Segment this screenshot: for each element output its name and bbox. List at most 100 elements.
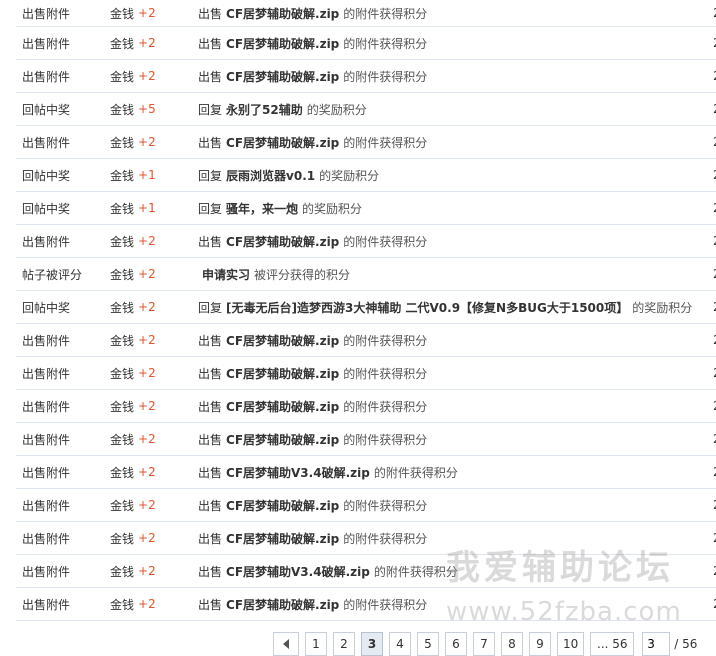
detail: 出售 CF居梦辅助破解.zip 的附件获得积分 <box>198 588 427 620</box>
credit-type: 出售附件 <box>22 531 71 546</box>
detail-link[interactable]: 申请实习 <box>202 266 250 283</box>
detail-action: 回复 <box>198 300 223 315</box>
prev-page-button[interactable] <box>273 632 299 656</box>
detail-suffix: 的附件获得积分 <box>343 399 428 414</box>
amount-value: +2 <box>138 531 156 545</box>
currency-label: 金钱 <box>110 36 135 51</box>
detail-link[interactable]: CF居梦辅助V3.4破解.zip <box>226 563 370 580</box>
detail-suffix: 的附件获得积分 <box>343 36 428 51</box>
detail: 回复 辰雨浏览器v0.1 的奖励积分 <box>198 159 379 191</box>
page-link[interactable]: 9 <box>529 632 551 656</box>
detail-action: 回复 <box>198 201 223 216</box>
currency-label: 金钱 <box>110 399 135 414</box>
pagination: 12345678910... 56 / 56 <box>273 632 697 656</box>
page-link[interactable]: 2 <box>333 632 355 656</box>
detail-action: 出售 <box>198 36 223 51</box>
detail-link[interactable]: [无毒无后台]造梦西游3大神辅助 二代V0.9【修复N多BUG大于1500项】 <box>226 299 628 316</box>
credit-type: 帖子被评分 <box>22 267 83 282</box>
detail-link[interactable]: CF居梦辅助破解.zip <box>226 5 339 22</box>
total-pages: / 56 <box>674 637 698 651</box>
detail: 出售 CF居梦辅助破解.zip 的附件获得积分 <box>198 126 427 158</box>
credit-change: 金钱 +2 <box>110 423 156 455</box>
page-jump-input[interactable] <box>642 632 671 656</box>
credit-change: 金钱 +2 <box>110 456 156 488</box>
page-link[interactable]: 6 <box>445 632 467 656</box>
page-link[interactable]: ... 56 <box>590 632 635 656</box>
table-row: 出售附件金钱+2出售CF居梦辅助破解.zip的附件获得积分2 <box>16 423 716 456</box>
page-link[interactable]: 8 <box>501 632 523 656</box>
table-row: 出售附件金钱+2出售CF居梦辅助破解.zip的附件获得积分2 <box>16 60 716 93</box>
detail-link[interactable]: CF居梦辅助破解.zip <box>226 365 339 382</box>
credit-type: 回帖中奖 <box>22 300 71 315</box>
detail-suffix: 的附件获得积分 <box>373 564 458 579</box>
current-page[interactable]: 3 <box>361 632 383 656</box>
amount-value: +2 <box>138 597 156 611</box>
amount-value: +2 <box>138 399 156 413</box>
currency-label: 金钱 <box>110 366 135 381</box>
detail-suffix: 的附件获得积分 <box>373 465 458 480</box>
detail-link[interactable]: CF居梦辅助V3.4破解.zip <box>226 464 370 481</box>
detail-link[interactable]: CF居梦辅助破解.zip <box>226 68 339 85</box>
detail-link[interactable]: 骚年，来一炮 <box>226 200 298 217</box>
page-link[interactable]: 10 <box>557 632 585 656</box>
detail-action: 出售 <box>198 333 223 348</box>
currency-label: 金钱 <box>110 564 135 579</box>
detail: 出售 CF居梦辅助破解.zip 的附件获得积分 <box>198 0 427 26</box>
credit-change: 金钱 +2 <box>110 588 156 620</box>
detail-link[interactable]: CF居梦辅助破解.zip <box>226 134 339 151</box>
detail-link[interactable]: CF居梦辅助破解.zip <box>226 596 339 613</box>
detail-link[interactable]: CF居梦辅助破解.zip <box>226 332 339 349</box>
detail-link[interactable]: CF居梦辅助破解.zip <box>226 35 339 52</box>
page-link[interactable]: 1 <box>305 632 327 656</box>
credit-change: 金钱 +2 <box>110 126 156 158</box>
page-link[interactable]: 7 <box>473 632 495 656</box>
table-row: 回帖中奖金钱+5回复永别了52辅助的奖励积分2 <box>16 93 716 126</box>
credit-change: 金钱 +2 <box>110 489 156 521</box>
detail-suffix: 的附件获得积分 <box>343 333 428 348</box>
detail: 回复 骚年，来一炮 的奖励积分 <box>198 192 362 224</box>
detail-suffix: 被评分获得的积分 <box>254 267 351 282</box>
credit-type: 出售附件 <box>22 564 71 579</box>
detail-link[interactable]: 辰雨浏览器v0.1 <box>226 167 315 184</box>
detail-suffix: 的附件获得积分 <box>343 234 428 249</box>
credit-type: 回帖中奖 <box>22 102 71 117</box>
detail: 回复 [无毒无后台]造梦西游3大神辅助 二代V0.9【修复N多BUG大于1500项… <box>198 291 692 323</box>
arrow-left-icon <box>283 639 289 649</box>
detail: 出售 CF居梦辅助破解.zip 的附件获得积分 <box>198 60 427 92</box>
detail-link[interactable]: CF居梦辅助破解.zip <box>226 530 339 547</box>
detail-link[interactable]: 永别了52辅助 <box>226 101 303 118</box>
currency-label: 金钱 <box>110 135 135 150</box>
amount-value: +2 <box>138 333 156 347</box>
detail-suffix: 的附件获得积分 <box>343 432 428 447</box>
amount-value: +2 <box>138 234 156 248</box>
detail-suffix: 的附件获得积分 <box>343 366 428 381</box>
page-link[interactable]: 4 <box>389 632 411 656</box>
credit-change: 金钱 +2 <box>110 357 156 389</box>
currency-label: 金钱 <box>110 267 135 282</box>
detail: 出售 CF居梦辅助V3.4破解.zip 的附件获得积分 <box>198 456 458 488</box>
amount-value: +1 <box>138 201 156 215</box>
credit-type: 出售附件 <box>22 6 71 21</box>
credit-change: 金钱 +5 <box>110 93 156 125</box>
detail-action: 回复 <box>198 102 223 117</box>
detail-link[interactable]: CF居梦辅助破解.zip <box>226 233 339 250</box>
credit-type: 出售附件 <box>22 498 71 513</box>
detail-suffix: 的奖励积分 <box>302 201 363 216</box>
credit-type: 出售附件 <box>22 597 71 612</box>
detail-link[interactable]: CF居梦辅助破解.zip <box>226 398 339 415</box>
table-row: 出售附件金钱+2出售CF居梦辅助破解.zip的附件获得积分2 <box>16 522 716 555</box>
detail-link[interactable]: CF居梦辅助破解.zip <box>226 497 339 514</box>
table-row: 出售附件金钱+2出售CF居梦辅助破解.zip的附件获得积分2 <box>16 0 716 27</box>
credit-type: 出售附件 <box>22 399 71 414</box>
detail-suffix: 的附件获得积分 <box>343 69 428 84</box>
page-link[interactable]: 5 <box>417 632 439 656</box>
currency-label: 金钱 <box>110 234 135 249</box>
detail-suffix: 的附件获得积分 <box>343 498 428 513</box>
currency-label: 金钱 <box>110 432 135 447</box>
detail-action: 出售 <box>198 498 223 513</box>
detail-suffix: 的附件获得积分 <box>343 6 428 21</box>
detail-link[interactable]: CF居梦辅助破解.zip <box>226 431 339 448</box>
amount-value: +2 <box>138 6 156 20</box>
credit-change: 金钱 +2 <box>110 60 156 92</box>
credit-change: 金钱 +2 <box>110 522 156 554</box>
